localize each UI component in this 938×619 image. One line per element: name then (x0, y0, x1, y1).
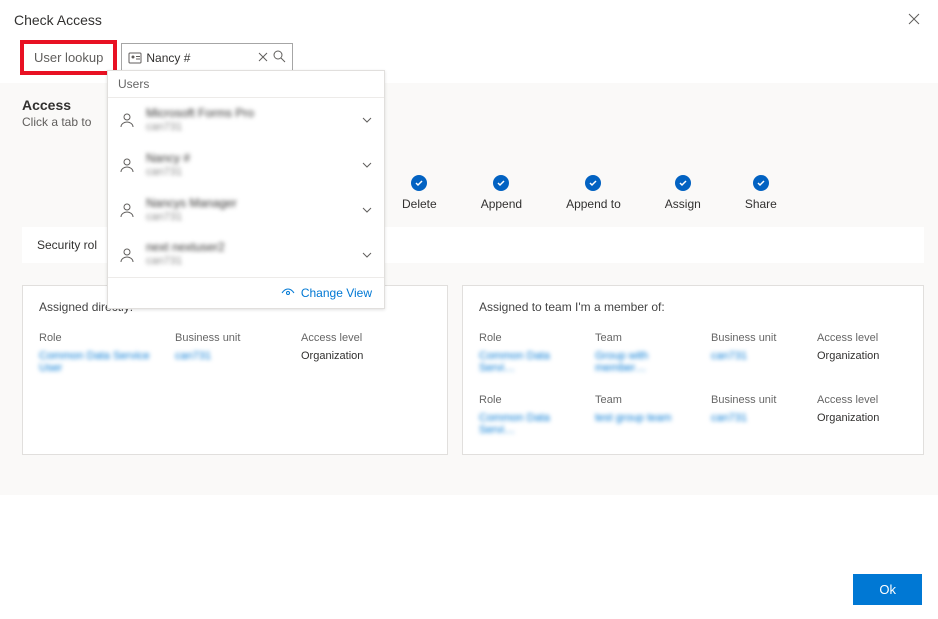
cell-bu[interactable]: can731 (711, 350, 801, 374)
dropdown-item[interactable]: next nextuser2 can731 (108, 232, 384, 277)
dropdown-item-name: Nancys Manager (146, 196, 350, 211)
col-header-role: Role (39, 332, 159, 344)
dropdown-item-sub: can731 (146, 121, 350, 135)
dropdown-item-text: next nextuser2 can731 (146, 240, 350, 269)
dropdown-item-sub: can731 (146, 211, 350, 225)
clear-search-button[interactable] (254, 51, 272, 65)
dropdown-item-name: Nancy # (146, 151, 350, 166)
cell-role[interactable]: Common Data Servi… (479, 350, 579, 374)
permission-share: Share (745, 175, 777, 211)
eye-icon (281, 286, 295, 300)
check-badge-icon (585, 175, 601, 191)
tab-label: Security rol (37, 238, 97, 252)
search-icon (272, 49, 286, 63)
check-badge-icon (411, 175, 427, 191)
person-icon (118, 246, 136, 264)
permission-label: Assign (665, 197, 701, 211)
cell-level: Organization (301, 350, 401, 374)
person-icon (118, 156, 136, 174)
user-search-box[interactable]: Nancy # (121, 43, 293, 73)
permission-assign: Assign (665, 175, 701, 211)
col-header-bu-2: Business unit (711, 394, 801, 406)
assignment-panels: Assigned directly: Role Business unit Ac… (22, 285, 924, 455)
dropdown-item-text: Nancy # can731 (146, 151, 350, 180)
ok-button[interactable]: Ok (853, 574, 922, 605)
person-icon (118, 111, 136, 129)
permission-label: Append to (566, 197, 621, 211)
dropdown-item-name: next nextuser2 (146, 240, 350, 255)
dropdown-item[interactable]: Microsoft Forms Pro can731 (108, 98, 384, 143)
dialog-title: Check Access (14, 12, 102, 28)
cell-bu[interactable]: can731 (711, 412, 801, 436)
chevron-down-icon[interactable] (360, 248, 374, 262)
cell-team[interactable]: test group team (595, 412, 695, 436)
dropdown-item-name: Microsoft Forms Pro (146, 106, 350, 121)
dropdown-list[interactable]: Microsoft Forms Pro can731 Nancy # can73… (108, 98, 384, 277)
assigned-directly-grid: Role Business unit Access level Common D… (39, 332, 431, 374)
permissions-row: Delete Append Append to Assign Share (402, 175, 924, 211)
change-view-button[interactable]: Change View (108, 277, 384, 308)
person-icon (118, 201, 136, 219)
dropdown-item-sub: can731 (146, 255, 350, 269)
cell-role[interactable]: Common Data Service User (39, 350, 159, 374)
user-lookup-dropdown: Users Microsoft Forms Pro can731 Nancy #… (107, 70, 385, 309)
contact-card-icon (128, 51, 142, 65)
col-header-level: Access level (301, 332, 401, 344)
cell-level: Organization (817, 350, 907, 374)
assigned-via-team-panel: Assigned to team I'm a member of: Role T… (462, 285, 924, 455)
dialog-header: Check Access (0, 0, 938, 34)
permission-label: Share (745, 197, 777, 211)
dropdown-item[interactable]: Nancys Manager can731 (108, 188, 384, 233)
cell-bu[interactable]: can731 (175, 350, 285, 374)
search-button[interactable] (272, 49, 286, 66)
check-badge-icon (675, 175, 691, 191)
permission-append: Append (481, 175, 522, 211)
permission-label: Delete (402, 197, 437, 211)
col-header-level: Access level (817, 332, 907, 344)
dropdown-item-text: Nancys Manager can731 (146, 196, 350, 225)
permission-label: Append (481, 197, 522, 211)
col-header-bu: Business unit (175, 332, 285, 344)
check-badge-icon (753, 175, 769, 191)
assigned-via-team-grid: Role Team Business unit Access level Com… (479, 332, 907, 436)
col-header-role: Role (479, 332, 579, 344)
x-icon (258, 52, 268, 62)
user-search-value: Nancy # (142, 51, 254, 65)
change-view-label: Change View (301, 286, 372, 300)
col-header-role-2: Role (479, 394, 579, 406)
dropdown-item[interactable]: Nancy # can731 (108, 143, 384, 188)
dropdown-header: Users (108, 71, 384, 98)
col-header-team-2: Team (595, 394, 695, 406)
close-icon (908, 13, 920, 25)
user-lookup-label: User lookup (20, 40, 117, 75)
dropdown-item-text: Microsoft Forms Pro can731 (146, 106, 350, 135)
check-badge-icon (493, 175, 509, 191)
col-header-team: Team (595, 332, 695, 344)
cell-role[interactable]: Common Data Servi… (479, 412, 579, 436)
col-header-level-2: Access level (817, 394, 907, 406)
panel-title: Assigned to team I'm a member of: (479, 300, 907, 314)
permission-delete: Delete (402, 175, 437, 211)
dropdown-item-sub: can731 (146, 166, 350, 180)
assigned-directly-panel: Assigned directly: Role Business unit Ac… (22, 285, 448, 455)
cell-team[interactable]: Group with member… (595, 350, 695, 374)
chevron-down-icon[interactable] (360, 113, 374, 127)
close-button[interactable] (904, 8, 924, 32)
chevron-down-icon[interactable] (360, 203, 374, 217)
col-header-bu: Business unit (711, 332, 801, 344)
cell-level: Organization (817, 412, 907, 436)
permission-append-to: Append to (566, 175, 621, 211)
chevron-down-icon[interactable] (360, 158, 374, 172)
